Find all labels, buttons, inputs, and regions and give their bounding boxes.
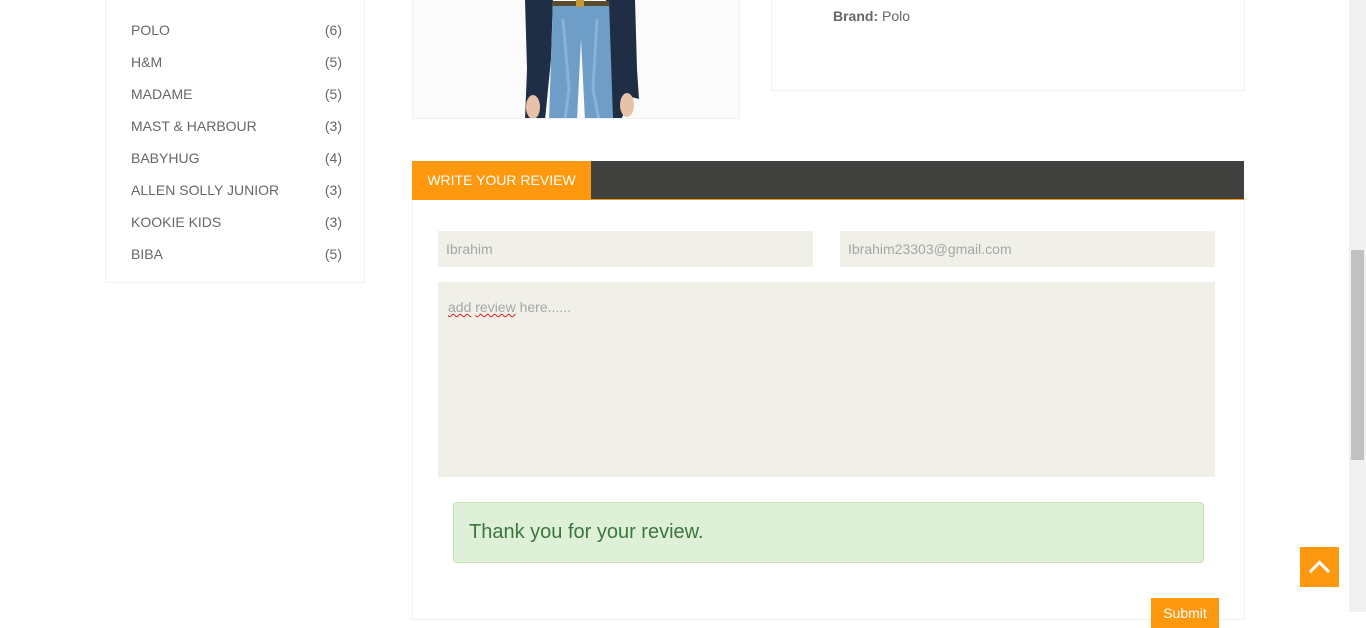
brand-name: POLO: [131, 22, 170, 38]
brand-item-polo[interactable]: POLO (6): [131, 14, 342, 46]
brand-item-biba[interactable]: BIBA (5): [131, 238, 342, 270]
scroll-up-button[interactable]: [1300, 547, 1339, 587]
brands-panel: POLO (6) H&M (5) MADAME (5) MAST & HARBO…: [105, 0, 365, 283]
brand-item-hm[interactable]: H&M (5): [131, 46, 342, 78]
brand-item-kookie-kids[interactable]: KOOKIE KIDS (3): [131, 206, 342, 238]
chevron-up-icon: [1308, 560, 1331, 574]
review-tab-bar: WRITE YOUR REVIEW: [412, 161, 1244, 200]
brand-list: POLO (6) H&M (5) MADAME (5) MAST & HARBO…: [131, 14, 342, 270]
brand-count: (5): [324, 246, 342, 262]
brand-name: MADAME: [131, 86, 193, 102]
brand-count: (3): [324, 182, 342, 198]
textarea-text: here......: [515, 299, 571, 315]
brand-item-allen-solly-junior[interactable]: ALLEN SOLLY JUNIOR (3): [131, 174, 342, 206]
brand-count: (3): [324, 118, 342, 134]
scrollbar-thumb[interactable]: [1351, 250, 1364, 460]
brand-name: H&M: [131, 54, 163, 70]
tab-write-review[interactable]: WRITE YOUR REVIEW: [412, 161, 591, 200]
brand-name: MAST & HARBOUR: [131, 118, 257, 134]
product-info: Brand: Polo: [771, 0, 1245, 91]
brand-count: (5): [324, 86, 342, 102]
success-alert: Thank you for your review.: [453, 502, 1204, 563]
brand-name: ALLEN SOLLY JUNIOR: [131, 182, 280, 198]
model-photo: [413, 0, 739, 118]
brand-name: BIBA: [131, 246, 163, 262]
brand-name: BABYHUG: [131, 150, 200, 166]
brand-item-madame[interactable]: MADAME (5): [131, 78, 342, 110]
brand-count: (4): [324, 150, 342, 166]
brand-item-mast-harbour[interactable]: MAST & HARBOUR (3): [131, 110, 342, 142]
textarea-word: add: [448, 299, 472, 315]
product-image: [412, 0, 740, 119]
name-field[interactable]: [438, 231, 813, 267]
brand-value: Polo: [882, 8, 911, 24]
brand-count: (5): [324, 54, 342, 70]
brand-name: KOOKIE KIDS: [131, 214, 222, 230]
submit-button[interactable]: Submit: [1151, 598, 1219, 628]
brand-count: (3): [324, 214, 342, 230]
textarea-word: review: [475, 299, 516, 315]
brand-item-babyhug[interactable]: BABYHUG (4): [131, 142, 342, 174]
brand-label: Brand:: [833, 8, 879, 24]
email-field[interactable]: [840, 231, 1215, 267]
product-brand: Brand: Polo: [833, 8, 910, 24]
review-textarea[interactable]: add review here......: [438, 282, 1215, 477]
brand-count: (6): [324, 22, 342, 38]
